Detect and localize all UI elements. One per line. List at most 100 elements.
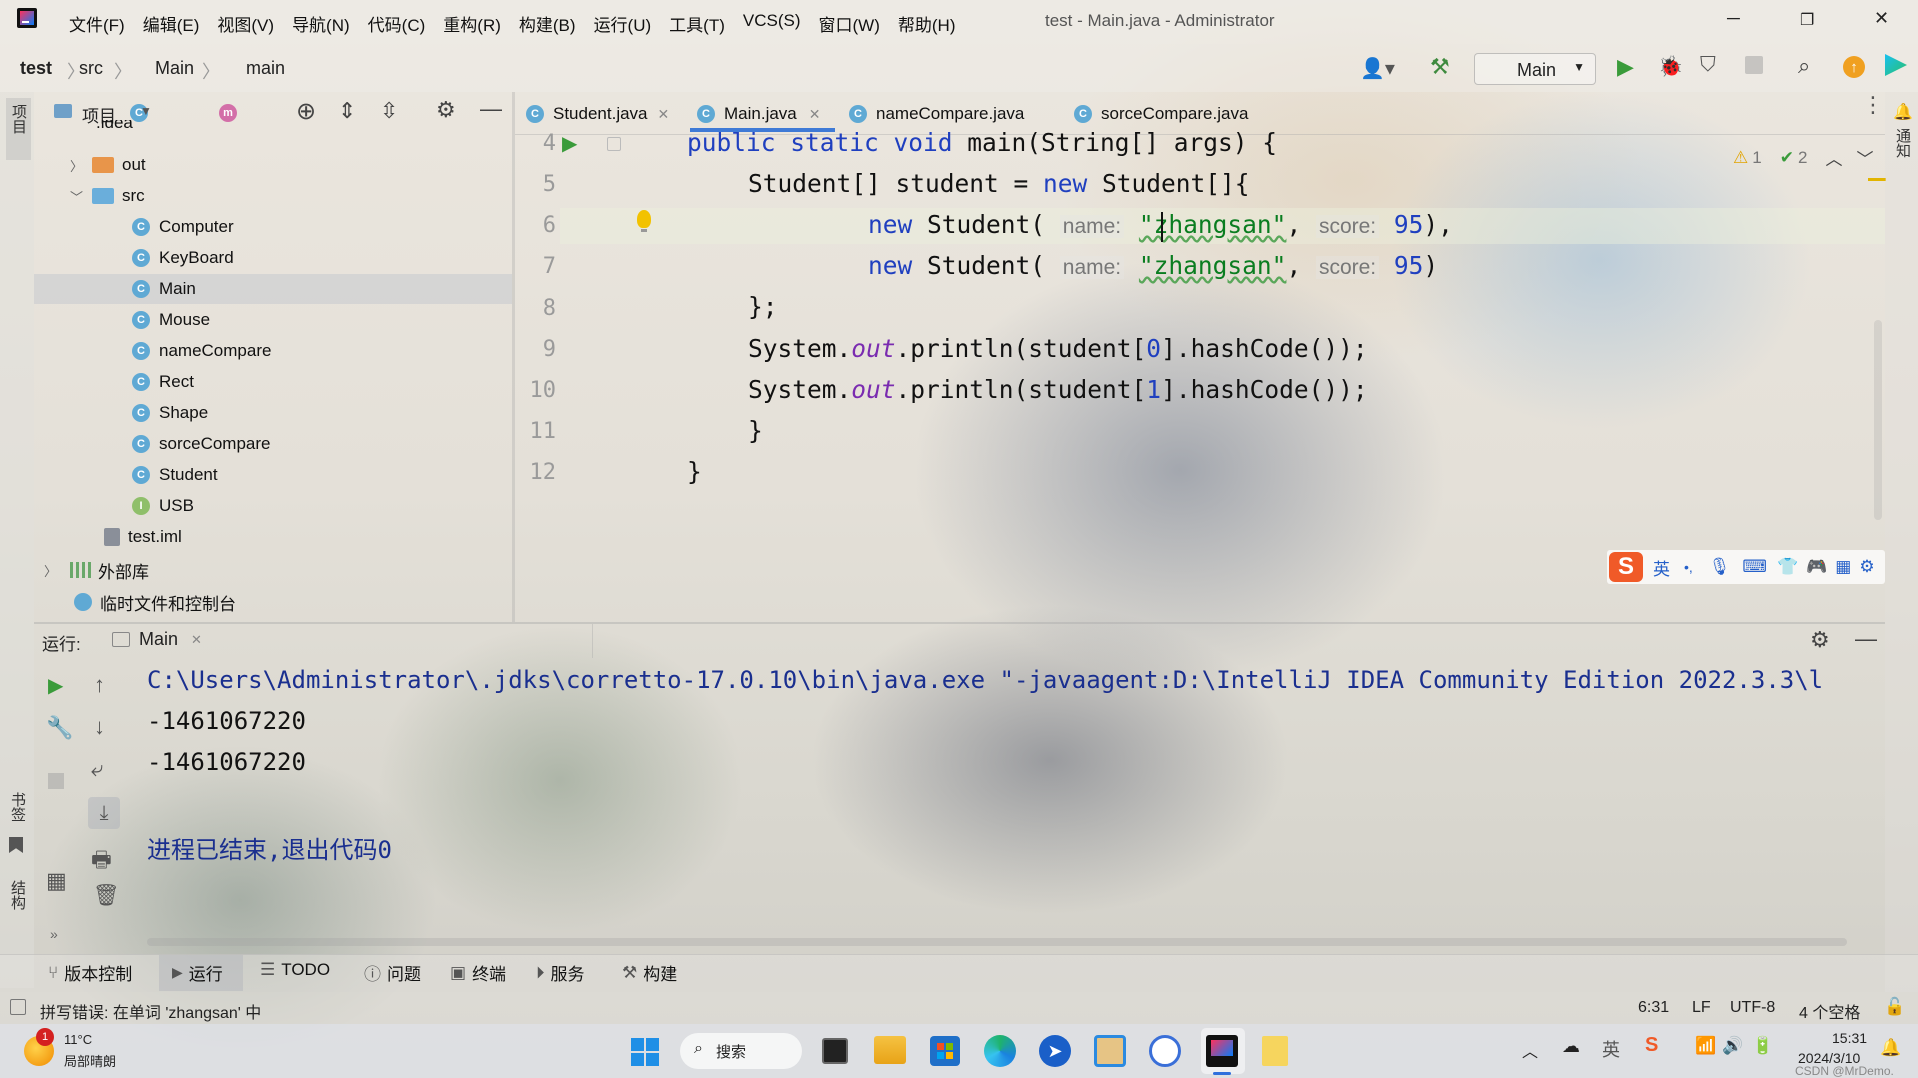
hide-panel-icon[interactable]: —: [1855, 626, 1877, 652]
ime-punct-toggle[interactable]: •,: [1684, 559, 1693, 575]
code-line-10[interactable]: System.out.println(student[1].hashCode()…: [748, 375, 1368, 404]
chevron-up-icon[interactable]: ︿: [1522, 1038, 1538, 1062]
microphone-icon[interactable]: 🎙: [1709, 557, 1731, 577]
fold-icon[interactable]: [607, 137, 621, 151]
gamepad-icon[interactable]: 🎮: [1806, 557, 1827, 577]
notifications-tool-button[interactable]: 通知: [1892, 128, 1913, 158]
tool-run[interactable]: ▶ 运行: [172, 960, 223, 985]
taskbar-search[interactable]: ⌕ 搜索: [680, 1033, 802, 1069]
run-gutter-icon[interactable]: ▶: [562, 131, 577, 156]
menu-window[interactable]: 窗口(W): [810, 11, 889, 36]
stop-icon[interactable]: [1745, 56, 1763, 74]
tool-version-control[interactable]: ⑂ 版本控制: [48, 960, 132, 985]
chevron-up-icon[interactable]: ︿: [1825, 145, 1842, 170]
close-tab-icon[interactable]: ✕: [658, 106, 670, 123]
print-icon[interactable]: 🖶: [91, 843, 112, 881]
arrow-up-icon[interactable]: ↑: [94, 672, 105, 698]
update-icon[interactable]: ↑: [1843, 56, 1865, 78]
code-line-5[interactable]: Student[] student = new Student[]{: [748, 169, 1250, 198]
project-tool-button[interactable]: 项目: [6, 98, 31, 160]
cloud-icon[interactable]: ☁: [1562, 1036, 1580, 1057]
run-configuration-select[interactable]: Main ▼: [1474, 53, 1596, 85]
intellij-logo-icon[interactable]: [17, 8, 37, 28]
status-message[interactable]: 拼写错误: 在单词 'zhangsan' 中: [40, 999, 261, 1023]
notepad-icon[interactable]: [1262, 1036, 1288, 1066]
clock-time[interactable]: 15:31: [1832, 1030, 1867, 1046]
notification-bell-icon[interactable]: 🔔: [1880, 1038, 1901, 1058]
editor-scrollbar[interactable]: [1874, 320, 1882, 520]
lightbulb-icon[interactable]: [637, 210, 651, 228]
feishu-icon[interactable]: ➤: [1039, 1035, 1071, 1067]
weather-temp[interactable]: 11°C: [64, 1032, 92, 1047]
tab-main-java[interactable]: C Main.java ✕: [697, 100, 821, 128]
debug-icon[interactable]: 🐞: [1658, 54, 1683, 79]
chevron-right-icon[interactable]: 〉: [44, 561, 70, 580]
sandbox-app-icon[interactable]: [1094, 1035, 1126, 1067]
tab-student-java[interactable]: C Student.java ✕: [526, 100, 669, 128]
chevron-right-icon[interactable]: 〉: [70, 156, 92, 175]
code-line-4[interactable]: public static void main(String[] args) {: [687, 128, 1277, 157]
tree-item-out[interactable]: 〉 out: [70, 150, 146, 180]
lock-icon[interactable]: 🔓: [1884, 997, 1905, 1017]
intellij-taskbar-icon[interactable]: [1206, 1035, 1238, 1067]
bookmarks-tool-button[interactable]: 书签: [7, 792, 28, 822]
menu-build[interactable]: 构建(B): [510, 11, 585, 36]
breadcrumb-class[interactable]: Main: [155, 58, 194, 79]
console-horizontal-scrollbar[interactable]: [147, 938, 1847, 946]
breadcrumb-project[interactable]: test: [20, 58, 52, 79]
close-icon[interactable]: ✕: [1874, 8, 1889, 29]
keyboard-icon[interactable]: ⌨: [1742, 557, 1767, 577]
volume-icon[interactable]: 🔊: [1722, 1036, 1743, 1056]
tree-item-scratches[interactable]: 临时文件和控制台: [74, 587, 236, 617]
menu-refactor[interactable]: 重构(R): [434, 11, 510, 36]
tree-item-student[interactable]: C Student: [132, 460, 218, 490]
scroll-to-end-icon[interactable]: ⤓: [88, 797, 120, 829]
minimize-icon[interactable]: ─: [1727, 8, 1740, 29]
expand-all-icon[interactable]: ⇕: [338, 98, 356, 124]
skin-icon[interactable]: 👕: [1777, 557, 1798, 577]
menu-code[interactable]: 代码(C): [359, 11, 435, 36]
arrow-down-icon[interactable]: ↓: [94, 714, 105, 740]
task-view-icon[interactable]: [822, 1038, 848, 1064]
tree-item-test-iml[interactable]: test.iml: [104, 522, 182, 552]
wrench-icon[interactable]: 🔧: [46, 715, 73, 741]
tool-services[interactable]: ⏵ 服务: [536, 960, 585, 985]
weather-desc[interactable]: 局部晴朗: [64, 1051, 116, 1070]
more-tabs-icon[interactable]: ⋮: [1862, 94, 1884, 116]
close-tab-icon[interactable]: ✕: [191, 632, 202, 648]
coverage-icon[interactable]: ⛉: [1700, 53, 1716, 77]
tool-problems[interactable]: ⓘ 问题: [364, 960, 421, 985]
tree-item-external-libraries[interactable]: 〉 外部库: [44, 555, 149, 585]
structure-tool-button[interactable]: 结构: [7, 880, 28, 910]
ime-lang-toggle[interactable]: 英: [1653, 555, 1670, 580]
more-icon[interactable]: »: [50, 926, 58, 942]
locate-icon[interactable]: ⊕: [296, 97, 316, 126]
inspection-widget[interactable]: ⚠ 1 ✔ 2 ︿ ﹀: [1733, 145, 1873, 170]
menu-view[interactable]: 视图(V): [208, 11, 283, 36]
tree-item-sorcecompare[interactable]: C sorceCompare: [132, 429, 271, 459]
status-toggle-icon[interactable]: [10, 999, 26, 1015]
code-line-9[interactable]: System.out.println(student[0].hashCode()…: [748, 334, 1368, 363]
ms-store-icon[interactable]: [930, 1036, 960, 1066]
toolbox-icon[interactable]: ▦: [1835, 557, 1851, 577]
menu-tools[interactable]: 工具(T): [660, 11, 734, 36]
tree-item-keyboard[interactable]: C KeyBoard: [132, 243, 234, 273]
menu-file[interactable]: 文件(F): [60, 11, 134, 36]
hide-panel-icon[interactable]: —: [480, 96, 502, 122]
stop-icon[interactable]: [48, 773, 64, 789]
breadcrumb-method[interactable]: main: [246, 58, 285, 79]
menu-run[interactable]: 运行(U): [585, 11, 661, 36]
file-encoding[interactable]: UTF-8: [1730, 999, 1775, 1017]
run-tab-main[interactable]: Main: [139, 629, 178, 650]
tree-item-rect[interactable]: C Rect: [132, 367, 194, 397]
caret-position[interactable]: 6:31: [1638, 999, 1669, 1017]
wifi-icon[interactable]: 📶: [1695, 1036, 1716, 1056]
run-icon[interactable]: ▶: [1617, 54, 1634, 80]
tool-todo[interactable]: ☰ TODO: [260, 960, 330, 980]
tree-item-computer[interactable]: C Computer: [132, 212, 234, 242]
menu-navigate[interactable]: 导航(N): [283, 11, 359, 36]
file-explorer-icon[interactable]: [874, 1036, 906, 1064]
tree-item-src[interactable]: ﹀ src: [70, 181, 145, 211]
chevron-down-icon[interactable]: ﹀: [1856, 145, 1873, 170]
notifications-bell-icon[interactable]: 🔔: [1893, 102, 1913, 122]
